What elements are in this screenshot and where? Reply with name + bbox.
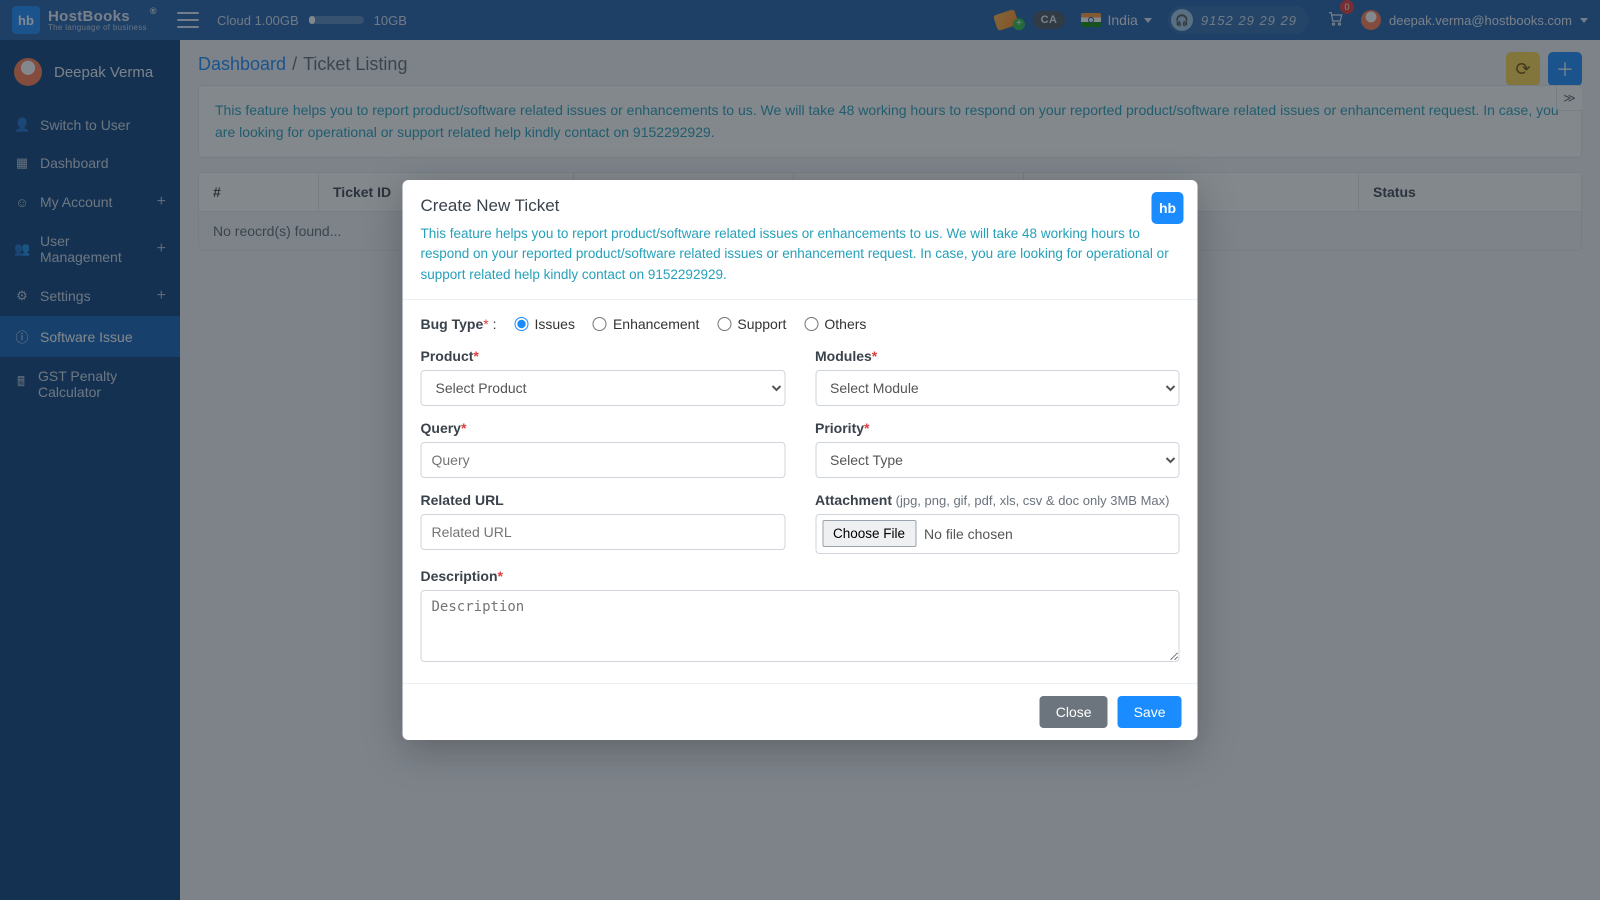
modal-header: Create New Ticket hb <box>403 180 1198 216</box>
file-input-wrap[interactable]: Choose File No file chosen <box>815 514 1180 554</box>
radio-enhancement[interactable] <box>593 317 607 331</box>
related-url-input[interactable] <box>421 514 786 550</box>
priority-select[interactable]: Select Type <box>815 442 1180 478</box>
attachment-label: Attachment (jpg, png, gif, pdf, xls, csv… <box>815 492 1180 508</box>
choose-file-button[interactable]: Choose File <box>822 520 916 547</box>
bug-opt-enhancement[interactable]: Enhancement <box>593 316 699 332</box>
modal-footer: Close Save <box>403 683 1198 740</box>
priority-label: Priority* <box>815 420 1180 436</box>
modules-select[interactable]: Select Module <box>815 370 1180 406</box>
query-input[interactable] <box>421 442 786 478</box>
field-product: Product* Select Product <box>421 348 786 406</box>
modal-body: Bug Type* : Issues Enhancement Support O… <box>403 300 1198 683</box>
radio-issues[interactable] <box>514 317 528 331</box>
bug-opt-others[interactable]: Others <box>804 316 866 332</box>
field-description: Description* <box>421 568 1180 665</box>
bug-opt-support[interactable]: Support <box>717 316 786 332</box>
field-attachment: Attachment (jpg, png, gif, pdf, xls, csv… <box>815 492 1180 554</box>
description-textarea[interactable] <box>421 590 1180 662</box>
create-ticket-modal: Create New Ticket hb This feature helps … <box>403 180 1198 740</box>
radio-others[interactable] <box>804 317 818 331</box>
description-label: Description* <box>421 568 1180 584</box>
close-button[interactable]: Close <box>1040 696 1108 728</box>
brand-badge: hb <box>1152 192 1184 224</box>
save-button[interactable]: Save <box>1118 696 1182 728</box>
field-query: Query* <box>421 420 786 478</box>
radio-support[interactable] <box>717 317 731 331</box>
related-url-label: Related URL <box>421 492 786 508</box>
query-label: Query* <box>421 420 786 436</box>
bug-type-row: Bug Type* : Issues Enhancement Support O… <box>421 316 1180 332</box>
modal-title: Create New Ticket <box>421 196 1180 216</box>
bug-type-label: Bug Type* : <box>421 316 497 332</box>
field-priority: Priority* Select Type <box>815 420 1180 478</box>
product-select[interactable]: Select Product <box>421 370 786 406</box>
modules-label: Modules* <box>815 348 1180 364</box>
field-related-url: Related URL <box>421 492 786 554</box>
field-modules: Modules* Select Module <box>815 348 1180 406</box>
file-none-label: No file chosen <box>924 526 1013 542</box>
modal-note: This feature helps you to report product… <box>403 216 1198 300</box>
product-label: Product* <box>421 348 786 364</box>
bug-opt-issues[interactable]: Issues <box>514 316 574 332</box>
